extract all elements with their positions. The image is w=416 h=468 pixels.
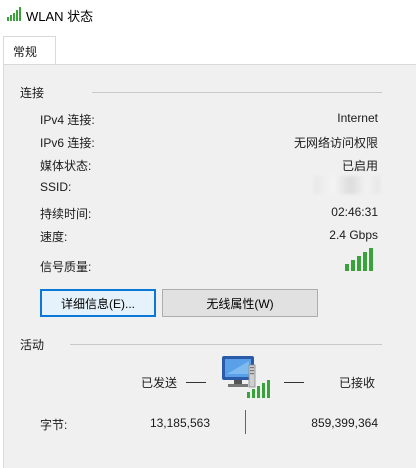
received-dash <box>284 382 304 383</box>
bytes-divider <box>245 410 246 434</box>
network-computer-icon <box>222 356 270 398</box>
connection-section-title: 连接 <box>20 86 45 100</box>
window-title: WLAN 状态 <box>26 9 94 24</box>
title-bar[interactable]: WLAN 状态 <box>0 0 416 30</box>
bytes-sent-value: 13,185,563 <box>149 416 210 430</box>
tab-strip: 常规 <box>0 30 416 65</box>
signal-bars-icon <box>345 248 373 271</box>
ssid-value-redacted <box>314 176 380 194</box>
ipv4-label: IPv4 连接: <box>40 113 95 127</box>
connection-section-divider <box>92 92 382 93</box>
duration-label: 持续时间: <box>40 207 92 221</box>
wireless-properties-button[interactable]: 无线属性(W) <box>162 289 318 317</box>
tab-general[interactable]: 常规 <box>3 36 56 65</box>
speed-label: 速度: <box>40 230 68 244</box>
bytes-received-value: 859,399,364 <box>311 416 378 430</box>
ipv4-value: Internet <box>337 111 378 125</box>
media-state-value: 已启用 <box>341 159 378 173</box>
sent-dash <box>186 382 206 383</box>
ipv6-label: IPv6 连接: <box>40 136 95 150</box>
activity-section-divider <box>70 344 382 345</box>
bytes-label: 字节: <box>40 418 68 432</box>
media-state-label: 媒体状态: <box>40 159 92 173</box>
ipv6-value: 无网络访问权限 <box>293 136 378 150</box>
wifi-signal-icon <box>7 7 21 21</box>
speed-value: 2.4 Gbps <box>329 228 378 242</box>
details-button[interactable]: 详细信息(E)... <box>40 289 156 317</box>
duration-value: 02:46:31 <box>331 205 378 219</box>
received-label: 已接收 <box>339 376 376 390</box>
sent-label: 已发送 <box>141 376 178 390</box>
signal-quality-label: 信号质量: <box>40 260 92 274</box>
activity-section-title: 活动 <box>20 338 45 352</box>
ssid-label: SSID: <box>40 180 72 194</box>
